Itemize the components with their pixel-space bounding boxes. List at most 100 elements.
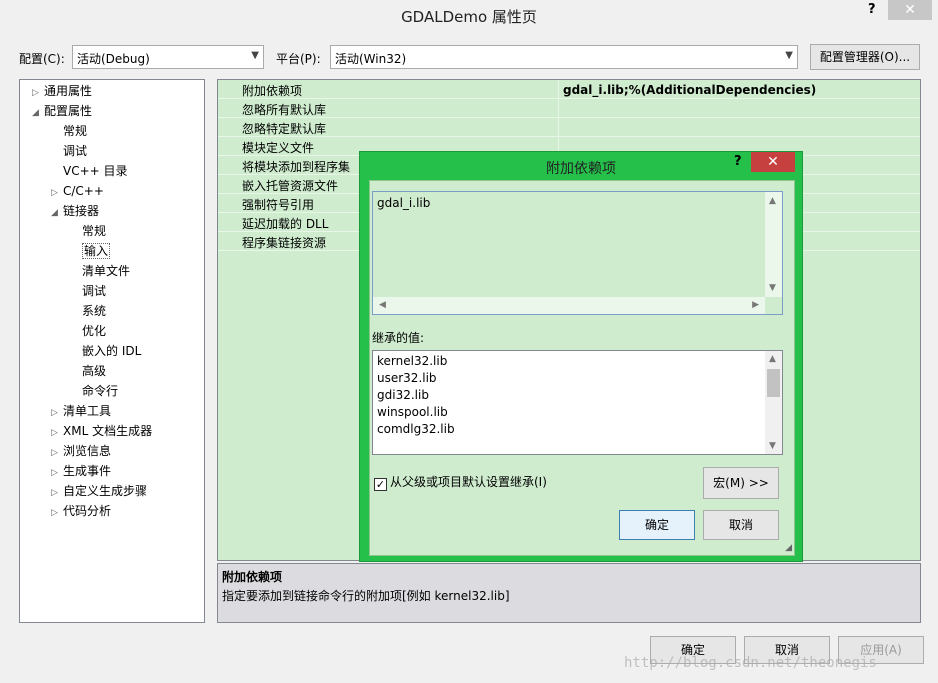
collapsed-arrow-icon[interactable]: ▷ xyxy=(32,84,44,102)
tree-item[interactable]: 调试 xyxy=(51,142,87,160)
tree-item[interactable]: 嵌入的 IDL xyxy=(70,342,141,360)
dialog-cancel-button[interactable]: 取消 xyxy=(703,510,779,540)
scroll-left-icon[interactable]: ◀ xyxy=(379,300,386,310)
description-title: 附加依赖项 xyxy=(222,570,283,584)
scroll-down-icon[interactable]: ▼ xyxy=(769,441,776,451)
tree-item[interactable]: 常规 xyxy=(70,222,106,240)
dialog-ok-button[interactable]: 确定 xyxy=(619,510,695,540)
tree-item-label: 嵌入的 IDL xyxy=(82,344,142,358)
platform-select[interactable]: 活动(Win32) ▼ xyxy=(330,45,798,69)
tree-item-label: 高级 xyxy=(82,364,107,378)
property-name: 嵌入托管资源文件 xyxy=(242,179,339,193)
property-row[interactable]: 附加依赖项 gdal_i.lib;%(AdditionalDependencies… xyxy=(218,80,920,99)
tree-item-label: 输入 xyxy=(82,243,111,259)
macro-button[interactable]: 宏(M) >> xyxy=(703,467,779,499)
tree-item-label: 链接器 xyxy=(63,204,100,218)
scroll-up-icon[interactable]: ▲ xyxy=(769,354,776,364)
tree-item[interactable]: ▷ 自定义生成步骤 xyxy=(51,482,147,500)
tree-item-label: 代码分析 xyxy=(63,504,112,518)
help-icon[interactable]: ? xyxy=(734,154,742,169)
collapsed-arrow-icon[interactable]: ▷ xyxy=(51,464,63,482)
collapsed-arrow-icon[interactable]: ▷ xyxy=(51,424,63,442)
tree-item[interactable]: ▷ 清单工具 xyxy=(51,402,111,420)
list-item: gdi32.lib xyxy=(377,388,429,402)
description-panel: 附加依赖项 指定要添加到链接命令行的附加项[例如 kernel32.lib] xyxy=(217,563,921,623)
list-item: kernel32.lib xyxy=(377,354,448,368)
inherited-values-label: 继承的值: xyxy=(372,331,425,345)
dependencies-editbox[interactable]: gdal_i.lib ▲ ▼ ◀ ▶ xyxy=(372,191,783,315)
list-item: user32.lib xyxy=(377,371,437,385)
scroll-down-icon[interactable]: ▼ xyxy=(769,283,776,293)
collapsed-arrow-icon[interactable]: ▷ xyxy=(51,184,63,202)
tree-item[interactable]: ▷ XML 文档生成器 xyxy=(51,422,152,440)
property-value[interactable]: gdal_i.lib;%(AdditionalDependencies) xyxy=(558,80,820,99)
property-value[interactable] xyxy=(558,118,567,137)
tree-item[interactable]: 系统 xyxy=(70,302,106,320)
dialog-close-button[interactable]: ✕ xyxy=(751,152,795,172)
tree-item-label: C/C++ xyxy=(63,184,104,198)
tree-item-label: 浏览信息 xyxy=(63,444,112,458)
property-value[interactable] xyxy=(558,99,567,118)
tree-item[interactable]: VC++ 目录 xyxy=(51,162,128,180)
scroll-up-icon[interactable]: ▲ xyxy=(769,196,776,206)
inherit-checkbox[interactable]: ✓ 从父级或项目默认设置继承(I) xyxy=(374,473,547,491)
tree-item[interactable]: 优化 xyxy=(70,322,106,340)
config-label: 配置(C): xyxy=(19,52,65,66)
editbox-vertical-scrollbar[interactable]: ▲ ▼ xyxy=(765,192,782,297)
tree-item[interactable]: ◢ 配置属性 xyxy=(32,102,92,120)
expanded-arrow-icon[interactable]: ◢ xyxy=(32,104,44,122)
dialog-body: gdal_i.lib ▲ ▼ ◀ ▶ 继承的值: ▲ ▼ kernel32.li… xyxy=(369,180,795,556)
chevron-down-icon: ▼ xyxy=(785,50,793,61)
list-vertical-scrollbar[interactable]: ▲ ▼ xyxy=(765,351,782,454)
collapsed-arrow-icon[interactable]: ▷ xyxy=(51,504,63,522)
property-name: 强制符号引用 xyxy=(242,198,315,212)
tree-item-label: VC++ 目录 xyxy=(63,164,128,178)
help-icon[interactable]: ? xyxy=(868,2,876,17)
tree-item[interactable]: ▷ 通用属性 xyxy=(32,82,92,100)
tree-item-label: 调试 xyxy=(63,144,88,158)
tree-item[interactable]: ◢ 链接器 xyxy=(51,202,99,220)
tree-item-label: 清单文件 xyxy=(82,264,131,278)
platform-select-value: 活动(Win32) xyxy=(335,52,407,66)
tree-item[interactable]: 高级 xyxy=(70,362,106,380)
tree-item[interactable]: 清单文件 xyxy=(70,262,130,280)
property-name: 附加依赖项 xyxy=(242,84,303,98)
property-name: 模块定义文件 xyxy=(242,141,315,155)
description-text: 指定要添加到链接命令行的附加项[例如 kernel32.lib] xyxy=(222,589,510,603)
collapsed-arrow-icon[interactable]: ▷ xyxy=(51,404,63,422)
property-row[interactable]: 忽略特定默认库 xyxy=(218,118,920,137)
list-item: comdlg32.lib xyxy=(377,422,455,436)
expanded-arrow-icon[interactable]: ◢ xyxy=(51,204,63,222)
resize-grip-icon[interactable]: ◢ xyxy=(785,543,792,553)
tree-item[interactable]: 输入 xyxy=(70,242,111,260)
additional-dependencies-dialog: 附加依赖项 ? ✕ gdal_i.lib ▲ ▼ ◀ ▶ 继承的值: ▲ ▼ k… xyxy=(359,151,803,562)
tree-item[interactable]: ▷ 生成事件 xyxy=(51,462,111,480)
scrollbar-thumb[interactable] xyxy=(767,369,780,397)
inherited-values-list[interactable]: ▲ ▼ kernel32.lib user32.lib gdi32.lib winsp… xyxy=(372,350,783,455)
tree-item-label: 生成事件 xyxy=(63,464,112,478)
config-manager-button[interactable]: 配置管理器(O)... xyxy=(810,44,920,70)
checkbox-checked-icon[interactable]: ✓ xyxy=(374,478,387,491)
tree-item[interactable]: ▷ C/C++ xyxy=(51,182,104,200)
tree-item-label: 通用属性 xyxy=(44,84,93,98)
tree-item-label: 系统 xyxy=(82,304,107,318)
tree-item[interactable]: 常规 xyxy=(51,122,87,140)
property-row[interactable]: 忽略所有默认库 xyxy=(218,99,920,118)
config-select[interactable]: 活动(Debug) ▼ xyxy=(72,45,264,69)
tree-item[interactable]: ▷ 代码分析 xyxy=(51,502,111,520)
property-name: 忽略所有默认库 xyxy=(242,103,327,117)
tree-item[interactable]: 调试 xyxy=(70,282,106,300)
tree-item-label: 命令行 xyxy=(82,384,119,398)
tree-item[interactable]: ▷ 浏览信息 xyxy=(51,442,111,460)
collapsed-arrow-icon[interactable]: ▷ xyxy=(51,444,63,462)
tree-item-label: 常规 xyxy=(63,124,88,138)
tree-item-label: 配置属性 xyxy=(44,104,93,118)
tree-item-label: 清单工具 xyxy=(63,404,112,418)
editbox-horizontal-scrollbar[interactable]: ◀ ▶ xyxy=(373,297,765,314)
tree-item-label: 调试 xyxy=(82,284,107,298)
tree-item[interactable]: 命令行 xyxy=(70,382,118,400)
close-button[interactable]: ✕ xyxy=(888,0,932,20)
scroll-right-icon[interactable]: ▶ xyxy=(752,300,759,310)
collapsed-arrow-icon[interactable]: ▷ xyxy=(51,484,63,502)
watermark-text: http://blog.csdn.net/theonegis xyxy=(624,655,877,671)
